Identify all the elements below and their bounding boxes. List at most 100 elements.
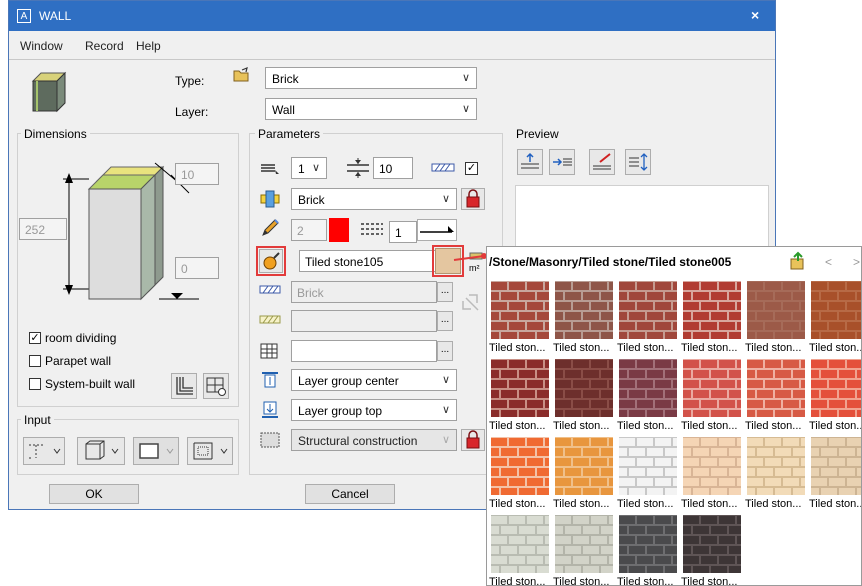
layer-group-center-select[interactable]: Layer group center ∨ <box>291 369 457 391</box>
system-built-wall-checkbox[interactable] <box>29 378 41 390</box>
parapet-wall-checkbox[interactable] <box>29 355 41 367</box>
room-dividing-checkbox[interactable]: ✓ <box>29 332 41 344</box>
fill-field[interactable] <box>291 340 437 362</box>
texture-tile[interactable] <box>683 281 741 339</box>
hatch-browse-button[interactable]: ... <box>437 282 453 302</box>
nav-back-icon[interactable]: < <box>825 255 832 269</box>
pen-select[interactable]: 1 ∨ <box>291 157 327 179</box>
brick <box>601 526 613 534</box>
texture-tile[interactable] <box>683 359 741 417</box>
brick <box>527 516 543 524</box>
texture-tile[interactable] <box>747 437 805 495</box>
open-folder-icon[interactable] <box>233 67 251 83</box>
texture-tile[interactable] <box>491 281 549 339</box>
texture-tile[interactable] <box>811 281 861 339</box>
hatch-field[interactable]: Brick <box>291 281 437 303</box>
brick <box>655 516 671 524</box>
material-select[interactable]: Brick ∨ <box>291 188 457 210</box>
pen-thickness-field[interactable]: 2 <box>291 219 327 241</box>
pattern-field[interactable] <box>291 310 437 332</box>
layer-center-icon <box>262 372 278 388</box>
preview-side-button[interactable] <box>549 149 575 175</box>
texture-tile[interactable] <box>619 515 677 573</box>
menu-window[interactable]: Window <box>20 39 63 53</box>
brick <box>775 488 791 495</box>
wall-layer-view-button[interactable] <box>171 373 197 399</box>
wall-shape-button[interactable] <box>77 437 125 465</box>
preview-top-button[interactable] <box>517 149 543 175</box>
texture-tile[interactable] <box>555 281 613 339</box>
texture-tile[interactable] <box>747 281 805 339</box>
material-lock-button[interactable] <box>461 188 485 210</box>
layer-thickness-field[interactable]: 10 <box>373 157 413 179</box>
texture-tile[interactable] <box>491 515 549 573</box>
brick <box>527 478 543 486</box>
layer-group-top-select[interactable]: Layer group top ∨ <box>291 399 457 421</box>
menu-record[interactable]: Record <box>85 39 124 53</box>
type-select[interactable]: Brick ∨ <box>265 67 477 89</box>
preview-paint-button[interactable] <box>589 149 615 175</box>
layer-select[interactable]: Wall ∨ <box>265 98 477 120</box>
brick <box>565 546 581 554</box>
fill-browse-button[interactable]: ... <box>437 341 453 361</box>
texture-tile[interactable] <box>555 359 613 417</box>
brick <box>811 312 819 320</box>
line-preview-button[interactable] <box>417 219 457 241</box>
texture-tile[interactable] <box>619 359 677 417</box>
texture-tile[interactable] <box>747 359 805 417</box>
texture-tile[interactable] <box>683 437 741 495</box>
brick <box>665 292 677 300</box>
wall-settings-button[interactable] <box>203 373 229 399</box>
brick <box>501 526 517 534</box>
brick <box>747 438 763 446</box>
texture-tile[interactable] <box>619 437 677 495</box>
placement-button[interactable] <box>187 437 233 465</box>
structural-select[interactable]: Structural construction ∨ <box>291 429 457 451</box>
pattern-browse-button[interactable]: ... <box>437 311 453 331</box>
brick <box>665 312 677 320</box>
cancel-button[interactable]: Cancel <box>305 484 395 504</box>
thickness-field[interactable]: 10 <box>175 163 219 185</box>
surface-button[interactable] <box>259 249 283 273</box>
title-bar[interactable]: A WALL × <box>9 1 775 31</box>
brick <box>509 478 525 486</box>
menu-help[interactable]: Help <box>136 39 161 53</box>
brick <box>537 566 549 573</box>
texture-tile[interactable] <box>683 515 741 573</box>
wall-outline-button[interactable] <box>133 437 179 465</box>
brick <box>811 370 819 378</box>
brick <box>491 448 499 456</box>
brick <box>555 332 563 339</box>
line-style-field[interactable]: 1 <box>389 221 417 243</box>
brick <box>665 526 677 534</box>
texture-tile[interactable] <box>491 437 549 495</box>
brick <box>775 448 791 456</box>
texture-tile[interactable] <box>811 437 861 495</box>
height-field[interactable]: 252 <box>19 218 67 240</box>
hatch-checkbox[interactable]: ✓ <box>465 162 478 175</box>
texture-tile[interactable] <box>491 359 549 417</box>
brick <box>811 400 827 408</box>
preview-split-button[interactable] <box>625 149 651 175</box>
brick <box>519 292 535 300</box>
ok-button[interactable]: OK <box>49 484 139 504</box>
brick <box>555 448 563 456</box>
texture-tile[interactable] <box>619 281 677 339</box>
pen-color-swatch[interactable] <box>329 218 349 242</box>
input-mode-button[interactable] <box>23 437 65 465</box>
pattern-icon <box>259 315 281 324</box>
brick <box>701 438 717 446</box>
surface-field[interactable]: Tiled stone105 <box>299 250 437 272</box>
brick <box>729 488 741 495</box>
structural-lock-button[interactable] <box>461 429 485 451</box>
brick <box>719 302 735 310</box>
texture-tile[interactable] <box>555 437 613 495</box>
folder-up-icon[interactable] <box>789 251 807 271</box>
texture-tile[interactable] <box>811 359 861 417</box>
brick <box>765 322 781 330</box>
brick <box>601 312 613 320</box>
nav-forward-icon[interactable]: > <box>853 255 860 269</box>
offset-field[interactable]: 0 <box>175 257 219 279</box>
close-icon[interactable]: × <box>751 7 759 23</box>
texture-tile[interactable] <box>555 515 613 573</box>
